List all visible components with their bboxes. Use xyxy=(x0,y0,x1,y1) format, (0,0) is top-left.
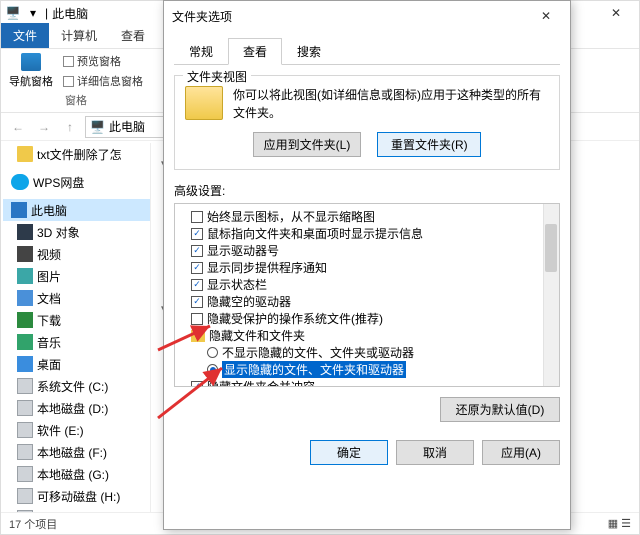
checkbox-icon[interactable] xyxy=(191,296,203,308)
opt-hide-merge-conflicts[interactable]: 隐藏文件夹合并冲突 xyxy=(179,378,555,387)
checkbox-icon[interactable] xyxy=(191,211,203,223)
folder-options-dialog: 文件夹选项 ✕ 常规 查看 搜索 文件夹视图 你可以将此视图(如详细信息或图标)… xyxy=(163,0,571,530)
advanced-settings-label: 高级设置: xyxy=(174,182,560,199)
dialog-titlebar[interactable]: 文件夹选项 ✕ xyxy=(164,1,570,31)
opt-hide-empty-drives[interactable]: 隐藏空的驱动器 xyxy=(179,293,555,310)
folder-views-group: 文件夹视图 你可以将此视图(如详细信息或图标)应用于这种类型的所有文件夹。 应用… xyxy=(174,75,560,170)
opt-show-hidden[interactable]: 显示隐藏的文件、文件夹和驱动器 xyxy=(179,361,555,378)
checkbox-icon[interactable] xyxy=(191,245,203,257)
opt-show-status-bar[interactable]: 显示状态栏 xyxy=(179,276,555,293)
checkbox-icon[interactable] xyxy=(191,279,203,291)
tab-search[interactable]: 搜索 xyxy=(282,38,336,65)
dialog-close-button[interactable]: ✕ xyxy=(530,4,562,28)
ok-button[interactable]: 确定 xyxy=(310,440,388,465)
radio-icon[interactable] xyxy=(207,347,218,358)
modal-mask: 文件夹选项 ✕ 常规 查看 搜索 文件夹视图 你可以将此视图(如详细信息或图标)… xyxy=(0,0,640,535)
opt-dont-show-hidden[interactable]: 不显示隐藏的文件、文件夹或驱动器 xyxy=(179,344,555,361)
folder-icon xyxy=(191,330,205,342)
radio-icon[interactable] xyxy=(207,364,218,375)
opt-show-sync-notify[interactable]: 显示同步提供程序通知 xyxy=(179,259,555,276)
apply-to-folders-button[interactable]: 应用到文件夹(L) xyxy=(253,132,362,157)
restore-defaults-button[interactable]: 还原为默认值(D) xyxy=(440,397,560,422)
scrollbar-thumb[interactable] xyxy=(545,224,557,272)
folder-views-desc: 你可以将此视图(如详细信息或图标)应用于这种类型的所有文件夹。 xyxy=(233,86,549,122)
tree-scrollbar[interactable] xyxy=(543,204,559,386)
folder-icon xyxy=(185,86,223,120)
opt-hidden-files-group: 隐藏文件和文件夹 xyxy=(179,327,555,344)
tab-view[interactable]: 查看 xyxy=(228,38,282,65)
dialog-tabs: 常规 查看 搜索 xyxy=(174,37,560,65)
apply-button[interactable]: 应用(A) xyxy=(482,440,560,465)
opt-show-drive-letters[interactable]: 显示驱动器号 xyxy=(179,242,555,259)
checkbox-icon[interactable] xyxy=(191,228,203,240)
reset-folders-button[interactable]: 重置文件夹(R) xyxy=(377,132,481,157)
opt-hide-protected-os-files[interactable]: 隐藏受保护的操作系统文件(推荐) xyxy=(179,310,555,327)
dialog-title: 文件夹选项 xyxy=(172,8,232,25)
opt-always-show-icons[interactable]: 始终显示图标，从不显示缩略图 xyxy=(179,208,555,225)
cancel-button[interactable]: 取消 xyxy=(396,440,474,465)
checkbox-icon[interactable] xyxy=(191,313,203,325)
checkbox-icon[interactable] xyxy=(191,262,203,274)
opt-show-tooltips[interactable]: 鼠标指向文件夹和桌面项时显示提示信息 xyxy=(179,225,555,242)
advanced-settings-tree[interactable]: 始终显示图标，从不显示缩略图 鼠标指向文件夹和桌面项时显示提示信息 显示驱动器号… xyxy=(174,203,560,387)
folder-views-legend: 文件夹视图 xyxy=(183,68,251,85)
tab-general[interactable]: 常规 xyxy=(174,38,228,65)
checkbox-icon[interactable] xyxy=(191,381,203,388)
